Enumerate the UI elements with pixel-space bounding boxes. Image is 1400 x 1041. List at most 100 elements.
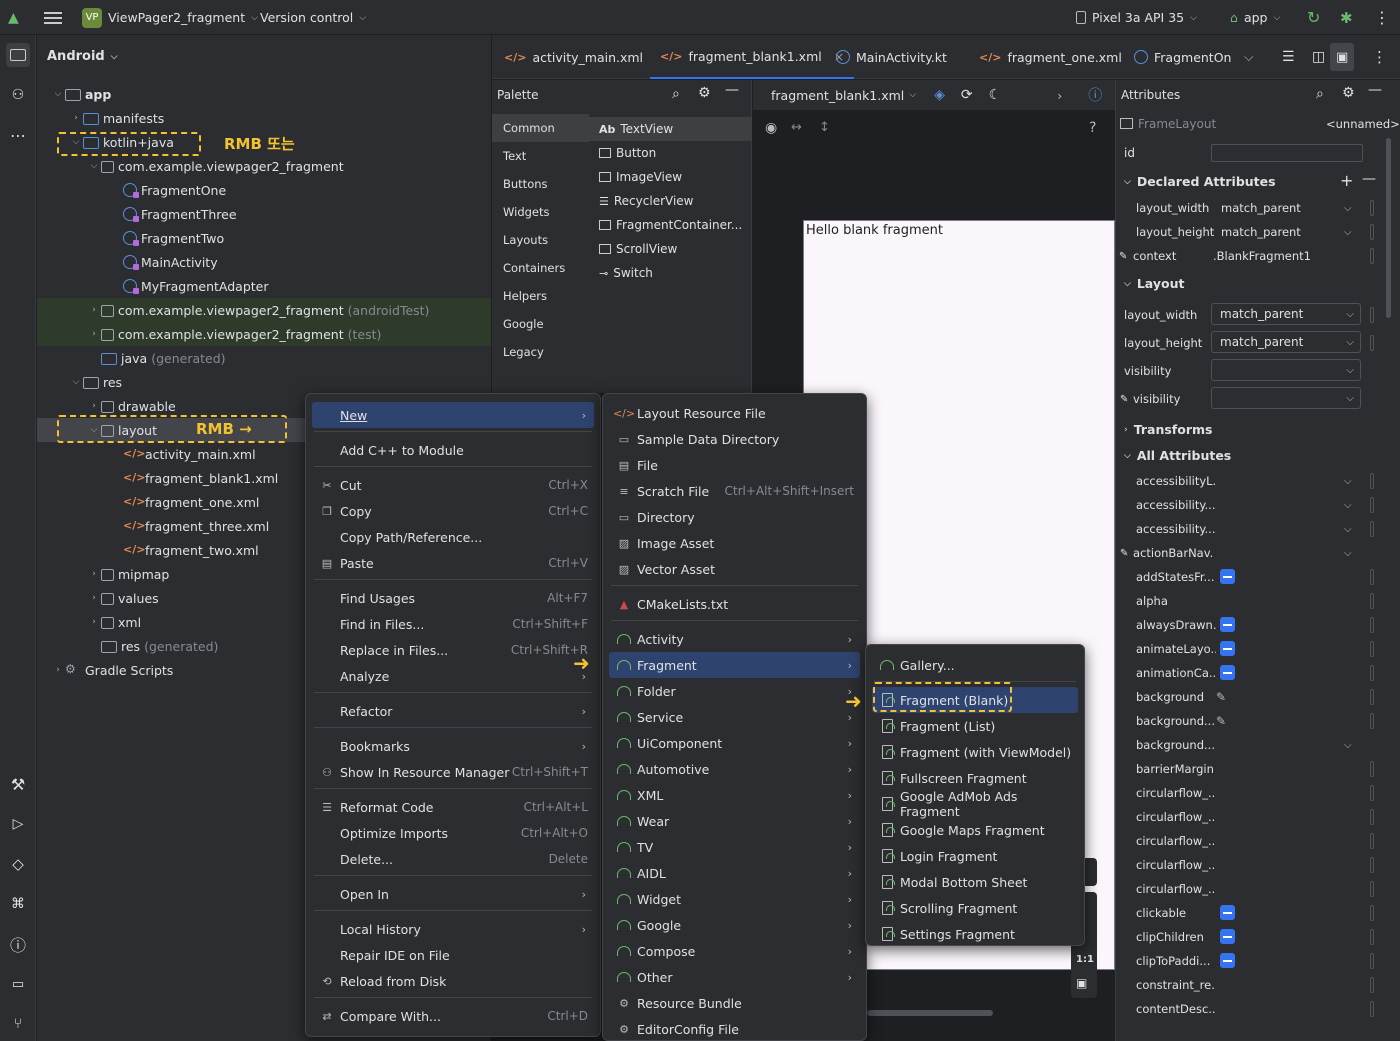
attribute-row[interactable]: actionBarNav... ⌵ ✎ <box>1116 541 1386 565</box>
context-menu-item-copy[interactable]: ❐ Copy Ctrl+C <box>312 498 594 524</box>
context-menu-item-add-c-to-module[interactable]: Add C++ to Module <box>312 437 594 463</box>
new-menu-item-uicomponent[interactable]: UiComponent › <box>609 730 860 756</box>
project-folder-icon[interactable] <box>6 43 30 67</box>
context-menu-item-analyze[interactable]: Analyze › <box>312 663 594 689</box>
fragment-menu-item-fullscreen-fragment[interactable]: Fullscreen Fragment <box>872 765 1078 791</box>
fragment-menu-item-modal-bottom-sheet[interactable]: Modal Bottom Sheet <box>872 869 1078 895</box>
horizontal-resize-icon[interactable]: ↔ <box>791 120 802 135</box>
tree-item-fragmentthree[interactable]: FragmentThree <box>37 202 491 226</box>
attribute-row[interactable]: barrierMargin <box>1116 757 1386 781</box>
code-view-icon[interactable]: ☰ <box>1272 35 1305 79</box>
vcs-menu[interactable]: Version control ⌵ <box>260 0 366 35</box>
new-menu-item-automotive[interactable]: Automotive › <box>609 756 860 782</box>
all-attributes-section-header[interactable]: ⌵ All Attributes <box>1124 448 1231 463</box>
resource-picker-icon[interactable] <box>1370 809 1374 825</box>
tools-visibility-dropdown[interactable]: ⌵ <box>1211 387 1361 409</box>
vertical-resize-icon[interactable]: ↕ <box>819 120 830 135</box>
declared-layout-height[interactable]: layout_height match_parent ⌵ <box>1116 220 1386 244</box>
new-menu-item-file[interactable]: ▤ File <box>609 452 860 478</box>
attribute-row[interactable]: circularflow_... <box>1116 853 1386 877</box>
resource-picker-icon[interactable] <box>1370 929 1374 945</box>
new-menu-item-other[interactable]: Other › <box>609 964 860 990</box>
minimize-icon[interactable]: — <box>725 82 739 98</box>
attribute-row[interactable]: clickable <box>1116 901 1386 925</box>
palette-category-common[interactable]: Common <box>492 114 589 142</box>
color-picker-icon[interactable]: ✎ <box>1216 690 1226 704</box>
orientation-icon[interactable]: ⟳ <box>961 87 973 103</box>
resource-picker-icon[interactable] <box>1370 497 1374 513</box>
help-icon[interactable]: ? <box>1089 120 1096 136</box>
context-menu-item-cut[interactable]: ✂ Cut Ctrl+X <box>312 472 594 498</box>
tree-item-package-androidtest[interactable]: › com.example.viewpager2_fragment (android… <box>37 298 491 322</box>
new-menu-item-google[interactable]: Google › <box>609 912 860 938</box>
new-menu-item-cmakelists-txt[interactable]: ▲ CMakeLists.txt <box>609 591 860 617</box>
tab-fragment-blank1-xml[interactable]: </> fragment_blank1.xml × <box>650 35 855 79</box>
attribute-row[interactable]: alwaysDrawn... <box>1116 613 1386 637</box>
context-menu-item-delete[interactable]: Delete... Delete <box>312 846 594 872</box>
attribute-row[interactable]: background ✎ <box>1116 685 1386 709</box>
chevron-down-icon[interactable]: ⌵ <box>1344 227 1352 238</box>
fragment-menu-item-google-admob-ads-fragment[interactable]: Google AdMob Ads Fragment <box>872 789 1078 819</box>
resource-picker-icon[interactable] <box>1370 833 1374 849</box>
chevron-down-icon[interactable]: ⌵ <box>1344 548 1352 559</box>
more-tools-icon[interactable]: ⋯ <box>6 123 30 147</box>
search-icon[interactable]: ⌕ <box>672 86 680 102</box>
tab-activity-main-xml[interactable]: </> activity_main.xml <box>494 35 653 79</box>
context-menu-item-new[interactable]: New › <box>312 402 594 428</box>
resource-picker-icon[interactable] <box>1370 641 1374 657</box>
context-menu-item-bookmarks[interactable]: Bookmarks › <box>312 733 594 759</box>
id-field[interactable] <box>1211 144 1363 162</box>
resource-picker-icon[interactable] <box>1370 200 1374 216</box>
build-hammer-icon[interactable]: ⚒ <box>6 772 30 796</box>
eye-icon[interactable]: ◉ <box>765 120 777 136</box>
context-menu-item-open-in[interactable]: Open In › <box>312 881 594 907</box>
chevron-down-icon[interactable]: ⌵ <box>1344 500 1352 511</box>
resource-picker-icon[interactable] <box>1370 665 1374 681</box>
resource-picker-icon[interactable] <box>1370 977 1374 993</box>
tab-list-chevron-icon[interactable]: ⌵ <box>1234 35 1263 79</box>
new-menu-item-wear[interactable]: Wear › <box>609 808 860 834</box>
context-menu-item-paste[interactable]: ▤ Paste Ctrl+V <box>312 550 594 576</box>
palette-category-text[interactable]: Text <box>492 142 589 170</box>
designer-file-selector[interactable]: fragment_blank1.xml <box>771 88 904 103</box>
resource-picker-icon[interactable] <box>1370 905 1374 921</box>
horizontal-scrollbar[interactable] <box>867 1010 993 1016</box>
resource-picker-icon[interactable] <box>1370 569 1374 585</box>
declared-attributes-header[interactable]: ⌵ Declared Attributes <box>1124 174 1276 189</box>
tree-item-java-generated[interactable]: java (generated) <box>37 346 491 370</box>
transforms-section-header[interactable]: › Transforms <box>1124 422 1212 437</box>
attribute-row[interactable]: clipChildren <box>1116 925 1386 949</box>
attribute-row[interactable]: circularflow_... <box>1116 829 1386 853</box>
resource-picker-icon[interactable] <box>1370 593 1374 609</box>
gear-icon[interactable]: ⚙ <box>1342 85 1355 101</box>
context-menu-item-repair-ide-on-file[interactable]: Repair IDE on File <box>312 942 594 968</box>
tree-item-res[interactable]: ⌵ res <box>37 370 491 394</box>
palette-item-switch[interactable]: ⊸ Switch <box>589 261 752 285</box>
tree-item-mainactivity[interactable]: MainActivity <box>37 250 491 274</box>
attribute-row[interactable]: accessibility... ⌵ <box>1116 493 1386 517</box>
new-menu-item-widget[interactable]: Widget › <box>609 886 860 912</box>
new-menu-item-editorconfig-file[interactable]: ⚙ EditorConfig File <box>609 1016 860 1041</box>
more-icon[interactable]: ⋮ <box>1362 35 1397 79</box>
resource-picker-icon[interactable] <box>1370 248 1374 264</box>
resource-manager-icon[interactable]: ⚇ <box>6 83 30 107</box>
tree-item-fragmenttwo[interactable]: FragmentTwo <box>37 226 491 250</box>
fragment-menu-item-fragment-list[interactable]: Fragment (List) <box>872 713 1078 739</box>
problems-icon[interactable]: ⓘ <box>6 932 30 956</box>
new-menu-item-vector-asset[interactable]: ▨ Vector Asset <box>609 556 860 582</box>
resource-picker-icon[interactable] <box>1370 335 1374 351</box>
palette-item-recyclerview[interactable]: ☰ RecyclerView <box>589 189 752 213</box>
new-menu-item-scratch-file[interactable]: ≡ Scratch File Ctrl+Alt+Shift+Insert <box>609 478 860 504</box>
checkbox-indeterminate-icon[interactable] <box>1220 905 1235 920</box>
new-menu-item-aidl[interactable]: AIDL › <box>609 860 860 886</box>
fragment-menu-item-settings-fragment[interactable]: Settings Fragment <box>872 921 1078 947</box>
new-menu-item-xml[interactable]: XML › <box>609 782 860 808</box>
resource-picker-icon[interactable] <box>1370 617 1374 633</box>
fragment-menu-item-fragment-with-viewmodel[interactable]: Fragment (with ViewModel) <box>872 739 1078 765</box>
context-menu-item-compare-with[interactable]: ⇄ Compare With... Ctrl+D <box>312 1003 594 1029</box>
layout-width-dropdown[interactable]: match_parent ⌵ <box>1211 303 1361 325</box>
palette-category-containers[interactable]: Containers <box>492 254 589 282</box>
run-icon[interactable]: ▷ <box>6 812 30 836</box>
context-menu-item-optimize-imports[interactable]: Optimize Imports Ctrl+Alt+O <box>312 820 594 846</box>
checkbox-indeterminate-icon[interactable] <box>1220 617 1235 632</box>
